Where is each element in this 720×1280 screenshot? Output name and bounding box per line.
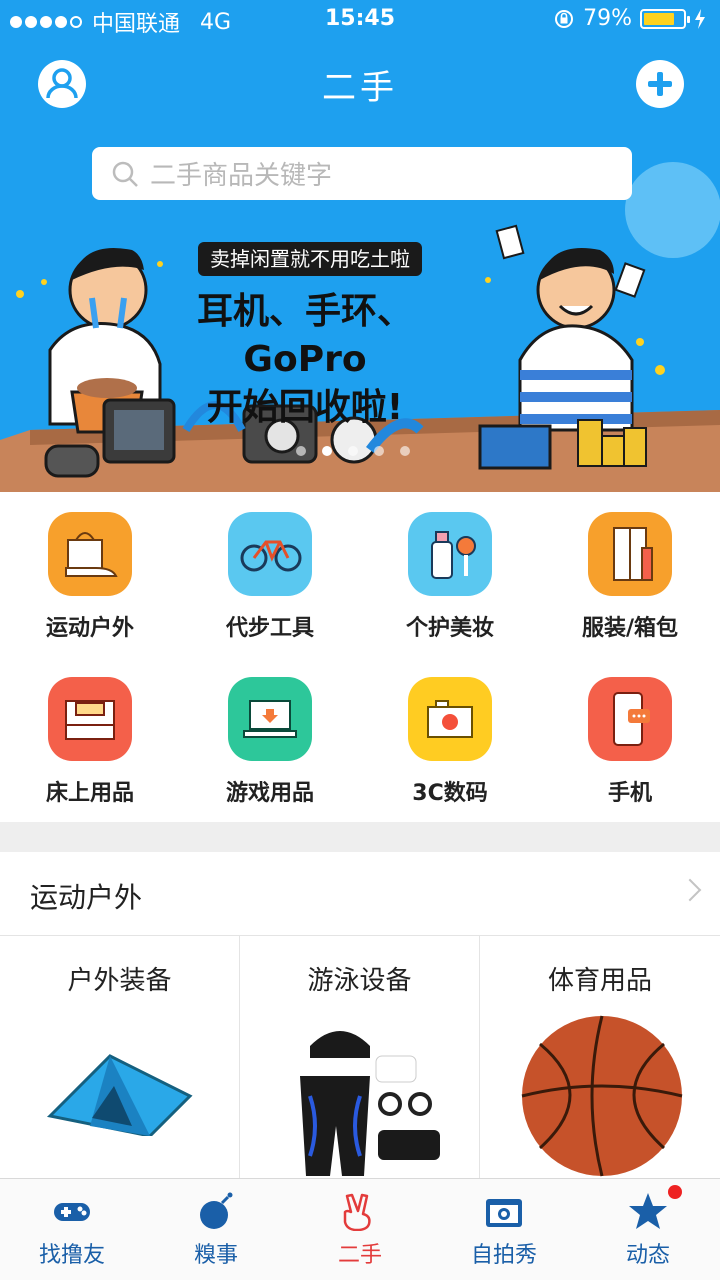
add-button[interactable] <box>636 60 684 108</box>
battery-icon <box>640 8 690 29</box>
battery-percent: 79% <box>583 6 632 31</box>
bed-icon <box>65 700 115 740</box>
camera-icon <box>427 700 473 738</box>
tab-funny-stories[interactable]: 糗事 <box>144 1179 288 1280</box>
banner-tag: 卖掉闲置就不用吃土啦 <box>198 242 422 276</box>
plus-icon <box>638 62 682 106</box>
category-label: 服装/箱包 <box>581 616 679 641</box>
product-outdoor-gear[interactable]: 户外装备 <box>0 936 240 1178</box>
star-icon <box>629 1193 667 1229</box>
camera-icon <box>486 1199 522 1227</box>
category-label: 3C数码 <box>412 781 488 806</box>
category-clothing-bags[interactable]: 服装/箱包 <box>540 512 720 642</box>
tab-label: 自拍秀 <box>470 1243 537 1268</box>
bottom-tab-bar: 找撸友 糗事 二手 自拍秀 动态 <box>0 1178 720 1280</box>
wardrobe-icon <box>613 527 653 581</box>
hand-icon <box>343 1193 371 1231</box>
tab-find-friends[interactable]: 找撸友 <box>0 1179 144 1280</box>
shoe-bag-icon <box>65 532 118 577</box>
tab-activity[interactable]: 动态 <box>576 1179 720 1280</box>
bottle-icon <box>431 531 476 579</box>
section-divider <box>0 822 720 852</box>
bomb-icon <box>200 1192 233 1229</box>
category-tile <box>228 677 312 761</box>
category-tile <box>408 677 492 761</box>
category-label: 运动户外 <box>45 616 134 641</box>
product-row: 户外装备 游泳设备 体育用品 <box>0 936 720 1178</box>
chevron-right-icon <box>678 878 702 902</box>
category-transport[interactable]: 代步工具 <box>180 512 360 642</box>
tab-label: 找撸友 <box>38 1243 105 1268</box>
banner-headline-line2: 开始回收啦! <box>206 387 404 428</box>
carousel-dot[interactable] <box>400 446 410 456</box>
category-tile <box>48 512 132 596</box>
search-placeholder: 二手商品关键字 <box>150 161 333 191</box>
category-grid: 运动户外 代步工具 个护美妆 服装/箱包 床上用品 游戏用品 3C数码 手机 <box>0 492 720 822</box>
carousel-dot[interactable] <box>348 446 358 456</box>
notification-badge <box>668 1185 682 1199</box>
tab-selfie-show[interactable]: 自拍秀 <box>432 1179 576 1280</box>
phone-icon <box>613 692 650 746</box>
tab-label: 动态 <box>625 1243 670 1268</box>
tab-second-hand[interactable]: 二手 <box>288 1179 432 1280</box>
category-bedding[interactable]: 床上用品 <box>0 677 180 807</box>
gamepad-icon <box>54 1203 90 1221</box>
product-sports-equipment[interactable]: 体育用品 <box>480 936 720 1178</box>
category-label: 手机 <box>607 781 652 806</box>
section-title: 运动户外 <box>30 881 143 914</box>
category-tile <box>588 677 672 761</box>
carousel-indicator[interactable] <box>296 446 410 456</box>
basketball-image <box>521 1015 683 1177</box>
promo-banner[interactable]: 二手商品关键字 卖掉闲置就不用吃土啦 耳机、手环、GoPro 开始回收啦! <box>0 130 720 492</box>
product-name: 户外装备 <box>67 966 172 996</box>
section-header[interactable]: 运动户外 <box>0 852 720 936</box>
product-name: 游泳设备 <box>307 966 412 996</box>
category-tile <box>588 512 672 596</box>
tab-label: 二手 <box>337 1243 382 1268</box>
rotation-lock-icon <box>555 9 574 28</box>
banner-headline-line1: 耳机、手环、GoPro <box>196 291 413 380</box>
app-header: 二手 <box>0 40 720 130</box>
category-personal-care[interactable]: 个护美妆 <box>360 512 540 642</box>
carousel-dot[interactable] <box>322 446 332 456</box>
tent-image <box>46 1054 193 1136</box>
search-bar[interactable]: 二手商品关键字 <box>92 147 632 200</box>
search-icon <box>112 161 138 187</box>
category-label: 个护美妆 <box>405 616 494 641</box>
carousel-dot[interactable] <box>374 446 384 456</box>
status-bar: 中国联通 4G 15:45 79% <box>0 0 720 40</box>
bicycle-icon <box>240 540 302 572</box>
charging-icon <box>695 8 705 29</box>
category-gaming[interactable]: 游戏用品 <box>180 677 360 807</box>
category-sports-outdoor[interactable]: 运动户外 <box>0 512 180 642</box>
laptop-icon <box>243 700 297 738</box>
product-name: 体育用品 <box>547 966 652 996</box>
category-label: 代步工具 <box>225 616 314 641</box>
swim-gear-image <box>300 1031 440 1176</box>
category-3c-digital[interactable]: 3C数码 <box>360 677 540 807</box>
category-tile <box>408 512 492 596</box>
category-tile <box>228 512 312 596</box>
category-phones[interactable]: 手机 <box>540 677 720 807</box>
category-label: 游戏用品 <box>225 781 314 806</box>
product-swim-gear[interactable]: 游泳设备 <box>240 936 480 1178</box>
tab-label: 糗事 <box>193 1243 238 1268</box>
carousel-dot[interactable] <box>296 446 306 456</box>
category-label: 床上用品 <box>45 781 134 806</box>
category-tile <box>48 677 132 761</box>
page-title: 二手 <box>322 68 398 108</box>
banner-headline: 耳机、手环、GoPro 开始回收啦! <box>150 288 460 432</box>
